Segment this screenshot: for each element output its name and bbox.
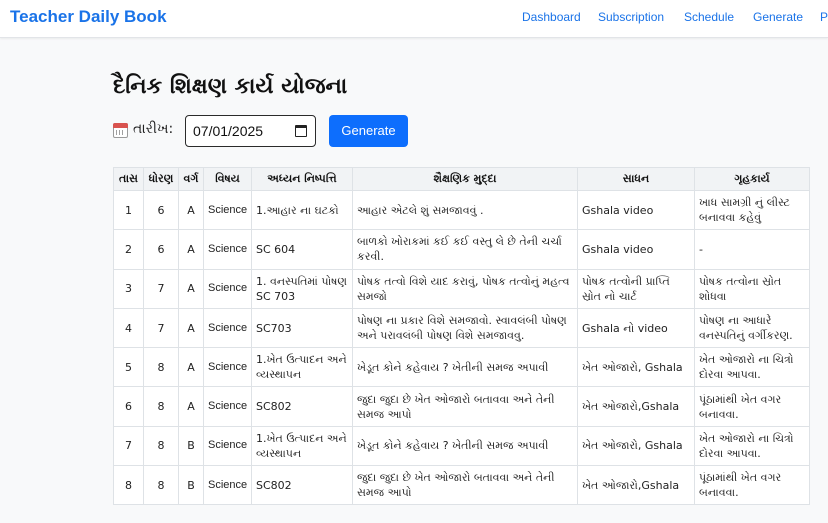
- cell-learning-outcome: SC802: [251, 465, 353, 506]
- col-header-learning-outcome: અધ્યન નિષ્પત્તિ: [251, 167, 353, 191]
- cell-homework: -: [694, 229, 810, 270]
- cell-teaching-points: બાળકો ખોરાકમાં કઈ કઈ વસ્તુ લે છે તેની ચર…: [352, 229, 578, 270]
- cell-teaching-points: જુદા જુદા છે ખેત ઓજારો બતાવવા અને તેની સ…: [352, 386, 578, 427]
- cell-resources: Gshala video: [577, 189, 695, 231]
- nav-generate[interactable]: Generate: [753, 10, 803, 24]
- cell-class: A: [178, 268, 204, 309]
- cell-subject: Science: [203, 189, 252, 231]
- cell-learning-outcome: SC802: [251, 386, 353, 427]
- date-picker-icon[interactable]: [295, 125, 307, 137]
- cell-class: A: [178, 229, 204, 270]
- col-header-resources: સાધન: [577, 167, 695, 191]
- cell-resources: Gshala video: [577, 229, 695, 270]
- cell-class: A: [178, 347, 204, 388]
- calendar-icon: [113, 123, 128, 138]
- cell-period: 6: [113, 386, 144, 427]
- table-row: 5 8 A Science 1.ખેત ઉત્પાદન અને વ્યસ્થાપન ખેડ…: [113, 347, 810, 388]
- cell-subject: Science: [203, 425, 252, 467]
- table-row: 2 6 A Science SC 604 બાળકો ખોરાકમાં કઈ કઈ વસ્…: [113, 229, 810, 270]
- cell-subject: Science: [203, 229, 252, 270]
- cell-standard: 6: [143, 189, 179, 231]
- cell-period: 8: [113, 465, 144, 506]
- cell-learning-outcome: SC703: [251, 307, 353, 349]
- lesson-plan-table: તાસ ધોરણ વર્ગ વિષય અધ્યન નિષ્પત્તિ શૈક્ષ…: [113, 167, 810, 506]
- page-title: દૈનિક શિક્ષણ કાર્ય યોજના: [113, 74, 348, 99]
- cell-standard: 6: [143, 229, 179, 270]
- cell-standard: 7: [143, 268, 179, 309]
- cell-teaching-points: ખેડૂત કોને કહેવાય ? ખેતીની સમજ અપાવી: [352, 425, 578, 467]
- cell-homework: પૂંઠામાંથી ખેત વગર બનાવવા.: [694, 465, 810, 506]
- table-row: 7 8 B Science 1.ખેત ઉત્પાદન અને વ્યસ્થાપન ખેડ…: [113, 425, 810, 467]
- cell-homework: પૂંઠામાંથી ખેત વગર બનાવવા.: [694, 386, 810, 427]
- cell-standard: 8: [143, 386, 179, 427]
- cell-teaching-points: આહાર એટલે શું સમજાવવું .: [352, 189, 578, 231]
- nav-p[interactable]: P: [820, 10, 828, 24]
- cell-class: A: [178, 189, 204, 231]
- cell-resources: ખેત ઓજારો, Gshala: [577, 425, 695, 467]
- cell-learning-outcome: 1.ખેત ઉત્પાદન અને વ્યસ્થાપન: [251, 425, 353, 467]
- cell-teaching-points: પોષણ ના પ્રકાર વિશે સમજાવો. સ્વાવલંબી પો…: [352, 307, 578, 349]
- cell-period: 2: [113, 229, 144, 270]
- cell-class: A: [178, 386, 204, 427]
- cell-teaching-points: ખેડૂત કોને કહેવાય ? ખેતીની સમજ અપાવી: [352, 347, 578, 388]
- col-header-homework: ગૃહકાર્ય: [694, 167, 810, 191]
- table-row: 6 8 A Science SC802 જુદા જુદા છે ખેત ઓજારો બત…: [113, 386, 810, 427]
- cell-standard: 8: [143, 347, 179, 388]
- cell-subject: Science: [203, 268, 252, 309]
- cell-period: 3: [113, 268, 144, 309]
- brand-logo[interactable]: Teacher Daily Book: [10, 7, 167, 27]
- cell-subject: Science: [203, 465, 252, 506]
- cell-class: A: [178, 307, 204, 349]
- col-header-standard: ધોરણ: [143, 167, 179, 191]
- cell-resources: ખેત ઓજારો,Gshala: [577, 465, 695, 506]
- cell-period: 5: [113, 347, 144, 388]
- cell-period: 4: [113, 307, 144, 349]
- table-row: 3 7 A Science 1. વનસ્પતિમાં પોષણ SC 703 પોષક …: [113, 268, 810, 309]
- table-row: 8 8 B Science SC802 જુદા જુદા છે ખેત ઓજારો બત…: [113, 465, 810, 506]
- cell-subject: Science: [203, 307, 252, 349]
- table-header-row: તાસ ધોરણ વર્ગ વિષય અધ્યન નિષ્પત્તિ શૈક્ષ…: [113, 167, 810, 191]
- date-value: 07/01/2025: [193, 123, 264, 139]
- col-header-subject: વિષય: [203, 167, 252, 191]
- cell-learning-outcome: SC 604: [251, 229, 353, 270]
- cell-learning-outcome: 1. વનસ્પતિમાં પોષણ SC 703: [251, 268, 353, 309]
- cell-homework: પોષક તત્વોના સ્રોત શોધવા: [694, 268, 810, 309]
- table-row: 1 6 A Science 1.આહાર ના ઘટકો આહાર એટલે શું સમ…: [113, 189, 810, 231]
- generate-button[interactable]: Generate: [329, 115, 408, 147]
- col-header-class: વર્ગ: [178, 167, 204, 191]
- cell-homework: પોષણ ના આધારે વનસ્પતિનું વર્ગીકરણ.: [694, 307, 810, 349]
- cell-period: 1: [113, 189, 144, 231]
- cell-resources: ખેત ઓજારો,Gshala: [577, 386, 695, 427]
- col-header-teaching-points: શૈક્ષણિક મુદ્દા: [352, 167, 578, 191]
- nav-dashboard[interactable]: Dashboard: [522, 10, 581, 24]
- cell-standard: 8: [143, 465, 179, 506]
- date-label: તારીખ:: [133, 121, 174, 137]
- cell-teaching-points: જુદા જુદા છે ખેત ઓજારો બતાવવા અને તેની સ…: [352, 465, 578, 506]
- cell-homework: ખેત ઓજારો ના ચિત્રો દોરવા આપવા.: [694, 347, 810, 388]
- cell-learning-outcome: 1.ખેત ઉત્પાદન અને વ્યસ્થાપન: [251, 347, 353, 388]
- cell-resources: Gshala નો video: [577, 307, 695, 349]
- cell-class: B: [178, 425, 204, 467]
- cell-homework: ખાધ સામગ્રી નું લીસ્ટ બનાવવા કહેવું: [694, 189, 810, 231]
- cell-resources: ખેત ઓજારો, Gshala: [577, 347, 695, 388]
- top-navbar: Teacher Daily Book Dashboard Subscriptio…: [0, 0, 828, 38]
- cell-resources: પોષક તત્વોની પ્રાપ્તિ સ્રોત નો ચાર્ટ: [577, 268, 695, 309]
- nav-subscription[interactable]: Subscription: [598, 10, 664, 24]
- cell-period: 7: [113, 425, 144, 467]
- cell-standard: 8: [143, 425, 179, 467]
- cell-learning-outcome: 1.આહાર ના ઘટકો: [251, 189, 353, 231]
- date-input[interactable]: 07/01/2025: [185, 115, 316, 147]
- cell-homework: ખેત ઓજારો ના ચિત્રો દોરવા આપવા.: [694, 425, 810, 467]
- col-header-period: તાસ: [113, 167, 144, 191]
- nav-schedule[interactable]: Schedule: [684, 10, 734, 24]
- table-row: 4 7 A Science SC703 પોષણ ના પ્રકાર વિશે સમજાવ…: [113, 307, 810, 349]
- cell-class: B: [178, 465, 204, 506]
- cell-standard: 7: [143, 307, 179, 349]
- cell-subject: Science: [203, 386, 252, 427]
- cell-teaching-points: પોષક તત્વો વિશે યાદ કરાવું, પોષક તત્વોનુ…: [352, 268, 578, 309]
- cell-subject: Science: [203, 347, 252, 388]
